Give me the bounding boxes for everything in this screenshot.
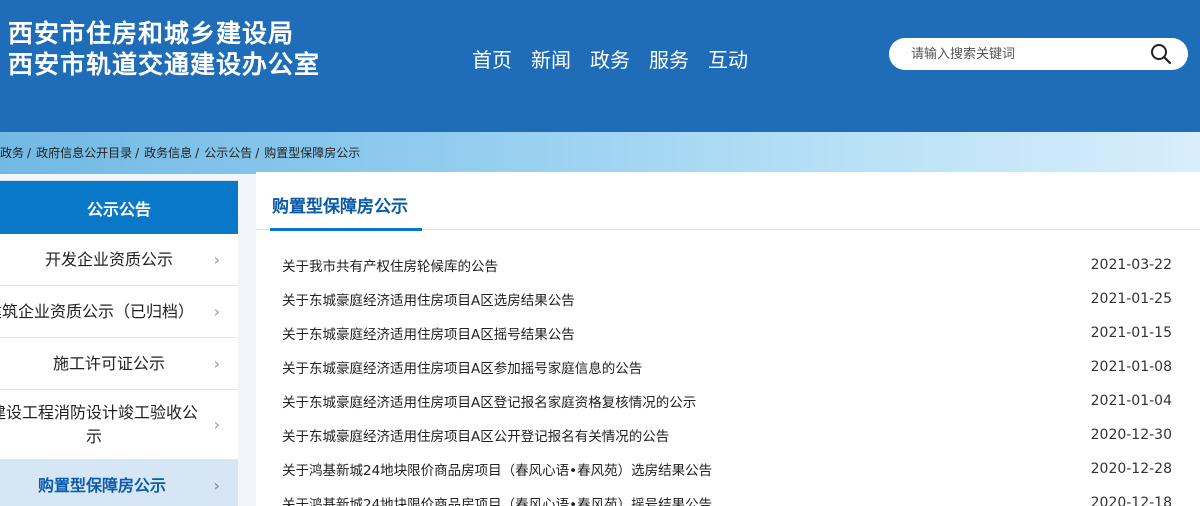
breadcrumb-item-affairs-info[interactable]: 政务信息: [144, 146, 192, 160]
list-item[interactable]: 关于鸿基新城24地块限价商品房项目（春风心语•春风苑）摇号结果公告 2020-1…: [256, 486, 1200, 506]
list-item-title[interactable]: 关于东城豪庭经济适用住房项目A区选房结果公告: [282, 289, 575, 309]
brand-line-2: 西安市轨道交通建设办公室: [8, 50, 321, 79]
site-brand[interactable]: 西安市住房和城乡建设局 西安市轨道交通建设办公室: [8, 18, 320, 80]
sidebar-item-label: 建筑企业资质公示（已归档）: [0, 301, 195, 321]
list-item-date: 2021-01-25: [1090, 291, 1172, 307]
breadcrumb-banner: 政务 / 政府信息公开目录 / 政务信息 / 公示公告 / 购置型保障房公示: [0, 132, 1200, 174]
list-item[interactable]: 关于东城豪庭经济适用住房项目A区选房结果公告 2021-01-25: [256, 282, 1200, 316]
list-item[interactable]: 关于鸿基新城24地块限价商品房项目（春风心语•春风苑）选房结果公告 2020-1…: [256, 452, 1200, 486]
search-icon[interactable]: [1150, 43, 1172, 65]
sidebar-item-label: 购置型保障房公示: [37, 475, 166, 495]
nav-home[interactable]: 首页: [472, 44, 512, 73]
content-title: 购置型保障房公示: [272, 197, 408, 217]
sidebar-item-label: 建设工程消防设计竣工验收公示: [0, 402, 198, 446]
title-underline: [270, 228, 422, 231]
list-item-date: 2021-03-22: [1090, 257, 1172, 273]
list-item[interactable]: 关于东城豪庭经济适用住房项目A区登记报名家庭资格复核情况的公示 2021-01-…: [256, 384, 1200, 418]
list-item[interactable]: 关于东城豪庭经济适用住房项目A区公开登记报名有关情况的公告 2020-12-30: [256, 418, 1200, 452]
list-item[interactable]: 关于东城豪庭经济适用住房项目A区参加摇号家庭信息的公告 2021-01-08: [256, 350, 1200, 384]
list-item-title[interactable]: 关于东城豪庭经济适用住房项目A区公开登记报名有关情况的公告: [282, 425, 669, 445]
list-item-date: 2020-12-30: [1090, 427, 1172, 443]
breadcrumb-separator: /: [135, 146, 140, 160]
breadcrumb-separator: /: [255, 146, 260, 160]
sidebar-item-developer-qualification[interactable]: 开发企业资质公示 ›: [0, 234, 238, 286]
list-item-title[interactable]: 关于鸿基新城24地块限价商品房项目（春风心语•春风苑）摇号结果公告: [282, 493, 712, 506]
brand-line-1: 西安市住房和城乡建设局: [8, 19, 295, 48]
list-item[interactable]: 关于东城豪庭经济适用住房项目A区摇号结果公告 2021-01-15: [256, 316, 1200, 350]
nav-government-affairs[interactable]: 政务: [590, 44, 630, 73]
sidebar-item-construction-qualification-archived[interactable]: 建筑企业资质公示（已归档） ›: [0, 286, 238, 338]
main-nav: 首页 新闻 政务 服务 互动: [472, 44, 748, 73]
breadcrumb-item-info-catalog[interactable]: 政府信息公开目录: [36, 146, 132, 160]
chevron-right-icon: ›: [213, 249, 220, 269]
breadcrumb: 政务 / 政府信息公开目录 / 政务信息 / 公示公告 / 购置型保障房公示: [0, 144, 360, 161]
sidebar-item-purchase-affordable-housing[interactable]: 购置型保障房公示 ›: [0, 460, 238, 506]
sidebar-item-label: 开发企业资质公示: [44, 249, 173, 269]
list-item-title[interactable]: 关于鸿基新城24地块限价商品房项目（春风心语•春风苑）选房结果公告: [282, 459, 712, 479]
breadcrumb-item-current: 购置型保障房公示: [264, 146, 361, 160]
list-item-title[interactable]: 关于东城豪庭经济适用住房项目A区摇号结果公告: [282, 323, 575, 343]
site-header: 西安市住房和城乡建设局 西安市轨道交通建设办公室 首页 新闻 政务 服务 互动: [0, 0, 1200, 132]
list-item-title[interactable]: 关于我市共有产权住房轮候库的公告: [282, 255, 498, 275]
chevron-right-icon: ›: [213, 414, 220, 434]
announcement-list: 关于我市共有产权住房轮候库的公告 2021-03-22 关于东城豪庭经济适用住房…: [256, 248, 1200, 506]
sidebar-item-label: 施工许可证公示: [52, 353, 165, 373]
sidebar-item-fire-design-acceptance[interactable]: 建设工程消防设计竣工验收公示 ›: [0, 390, 238, 460]
breadcrumb-separator: /: [27, 146, 32, 160]
search-box: [889, 38, 1188, 70]
chevron-right-icon: ›: [213, 475, 220, 495]
content-panel: 购置型保障房公示 关于我市共有产权住房轮候库的公告 2021-03-22 关于东…: [256, 172, 1200, 506]
chevron-right-icon: ›: [213, 353, 220, 373]
list-item-date: 2021-01-08: [1090, 359, 1172, 375]
sidebar-item-construction-permit[interactable]: 施工许可证公示 ›: [0, 338, 238, 390]
list-item-date: 2021-01-04: [1090, 393, 1172, 409]
nav-news[interactable]: 新闻: [531, 44, 571, 73]
search-input[interactable]: [911, 44, 1141, 64]
chevron-right-icon: ›: [213, 301, 220, 321]
list-item-date: 2020-12-18: [1090, 495, 1172, 506]
breadcrumb-separator: /: [195, 146, 200, 160]
nav-interaction[interactable]: 互动: [708, 44, 748, 73]
sidebar: 公示公告 开发企业资质公示 › 建筑企业资质公示（已归档） › 施工许可证公示 …: [0, 180, 238, 506]
breadcrumb-item-affairs[interactable]: 政务: [0, 146, 24, 160]
nav-services[interactable]: 服务: [649, 44, 689, 73]
list-item-date: 2021-01-15: [1090, 325, 1172, 341]
breadcrumb-item-announcements[interactable]: 公示公告: [204, 146, 252, 160]
list-item[interactable]: 关于我市共有产权住房轮候库的公告 2021-03-22: [256, 248, 1200, 282]
list-item-date: 2020-12-28: [1090, 461, 1172, 477]
sidebar-title: 公示公告: [0, 181, 238, 234]
list-item-title[interactable]: 关于东城豪庭经济适用住房项目A区参加摇号家庭信息的公告: [282, 357, 642, 377]
list-item-title[interactable]: 关于东城豪庭经济适用住房项目A区登记报名家庭资格复核情况的公示: [282, 391, 696, 411]
